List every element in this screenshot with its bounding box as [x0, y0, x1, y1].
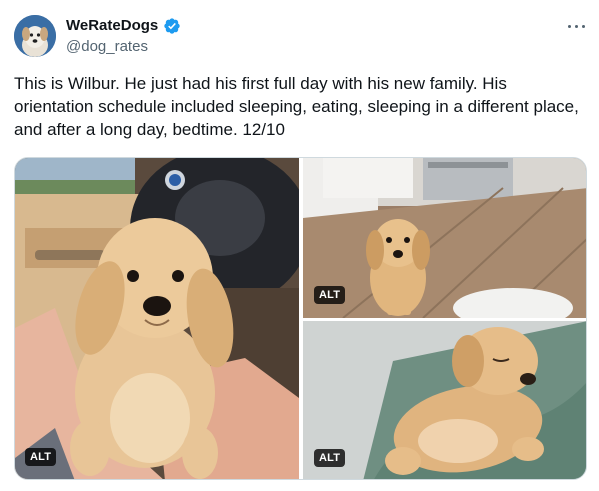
- more-options-button[interactable]: [564, 16, 590, 36]
- more-dot-icon: [575, 25, 578, 28]
- tweet-text: This is Wilbur. He just had his first fu…: [14, 74, 579, 139]
- photo-puppy-held-in-car[interactable]: ALT: [15, 158, 299, 479]
- alt-badge[interactable]: ALT: [314, 286, 346, 304]
- photo-puppy-on-kitchen-floor[interactable]: ALT: [303, 158, 586, 318]
- more-dot-icon: [568, 25, 571, 28]
- author-display-name[interactable]: WeRateDogs: [66, 16, 158, 36]
- dog-avatar-icon: [14, 15, 56, 57]
- media-grid: ALT ALT ALT: [14, 157, 587, 480]
- more-dot-icon: [582, 25, 585, 28]
- puppy-sleeping-in-bed-image: [303, 321, 586, 479]
- photo-puppy-sleeping-in-bed[interactable]: ALT: [303, 321, 586, 479]
- puppy-held-in-car-image: [15, 158, 299, 479]
- puppy-on-kitchen-floor-image: [303, 158, 586, 318]
- author-handle[interactable]: @dog_rates: [66, 37, 148, 57]
- alt-badge[interactable]: ALT: [314, 449, 346, 467]
- author-avatar[interactable]: [14, 15, 56, 57]
- verified-badge-icon: [164, 18, 180, 34]
- alt-badge[interactable]: ALT: [25, 448, 57, 466]
- tweet-card: WeRateDogs @dog_rates This is Wilbur. He…: [0, 0, 599, 491]
